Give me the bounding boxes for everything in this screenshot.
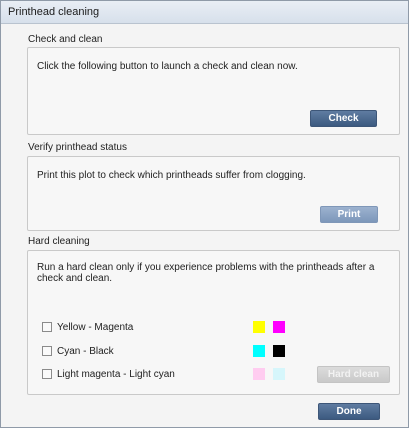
swatch-cyan xyxy=(253,345,265,357)
print-button[interactable]: Print xyxy=(320,206,378,223)
done-button[interactable]: Done xyxy=(318,403,380,420)
verify-status-label: Verify printhead status xyxy=(28,142,127,153)
option-cyan-black[interactable]: Cyan - Black xyxy=(42,345,114,357)
verify-status-group: Print this plot to check which printhead… xyxy=(27,156,400,231)
checkbox-light-magenta-light-cyan[interactable] xyxy=(42,369,52,379)
window-title: Printhead cleaning xyxy=(8,6,100,18)
check-clean-label: Check and clean xyxy=(28,34,103,45)
printhead-cleaning-window: Printhead cleaning Check and clean Click… xyxy=(0,0,409,428)
option-yellow-magenta[interactable]: Yellow - Magenta xyxy=(42,321,133,333)
check-button[interactable]: Check xyxy=(310,110,377,127)
swatch-yellow xyxy=(253,321,265,333)
option-label: Cyan - Black xyxy=(57,345,114,357)
option-light-magenta-light-cyan[interactable]: Light magenta - Light cyan xyxy=(42,368,175,380)
verify-status-description: Print this plot to check which printhead… xyxy=(37,170,306,181)
hard-cleaning-label: Hard cleaning xyxy=(28,236,90,247)
option-label: Light magenta - Light cyan xyxy=(57,368,175,380)
swatch-magenta xyxy=(273,321,285,333)
checkbox-yellow-magenta[interactable] xyxy=(42,322,52,332)
hard-cleaning-group: Run a hard clean only if you experience … xyxy=(27,250,400,395)
swatch-light-cyan xyxy=(273,368,285,380)
hard-clean-button[interactable]: Hard clean xyxy=(317,366,390,383)
option-label: Yellow - Magenta xyxy=(57,321,134,333)
hard-cleaning-description: Run a hard clean only if you experience … xyxy=(37,262,375,284)
swatch-light-magenta xyxy=(253,368,265,380)
checkbox-cyan-black[interactable] xyxy=(42,346,52,356)
swatch-black xyxy=(273,345,285,357)
check-clean-group: Click the following button to launch a c… xyxy=(27,47,400,135)
check-clean-description: Click the following button to launch a c… xyxy=(37,61,298,72)
title-bar: Printhead cleaning xyxy=(1,1,408,24)
